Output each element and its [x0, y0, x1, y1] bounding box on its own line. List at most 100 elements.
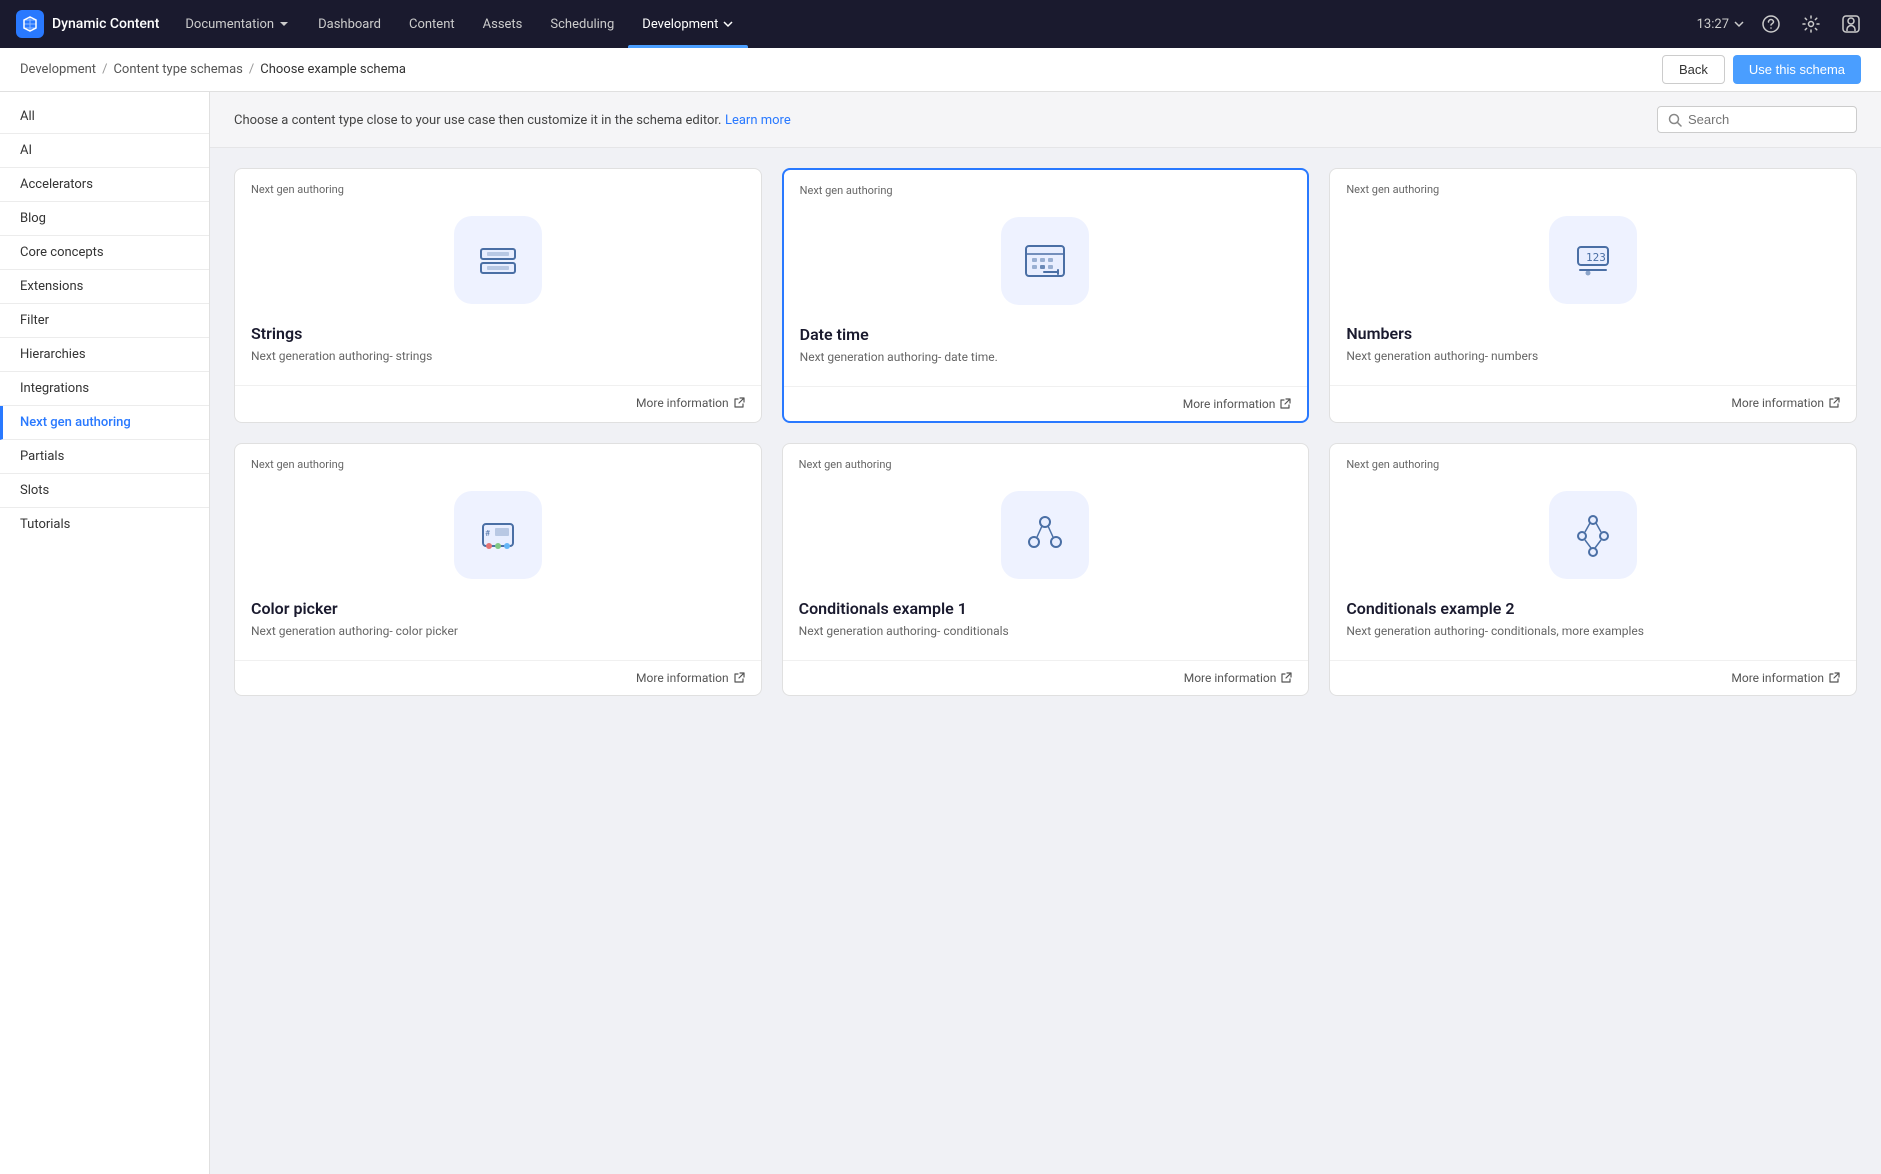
external-link-icon — [1280, 672, 1292, 684]
card-description: Next generation authoring- numbers — [1330, 349, 1856, 385]
sidebar-item-filter[interactable]: Filter — [0, 304, 209, 338]
search-icon — [1668, 113, 1682, 127]
card-category: Next gen authoring — [784, 170, 1308, 197]
breadcrumb-bar: Development / Content type schemas / Cho… — [0, 48, 1881, 92]
use-schema-button[interactable]: Use this schema — [1733, 55, 1861, 84]
card-footer: More information — [784, 386, 1308, 421]
card-footer: More information — [1330, 385, 1856, 420]
more-info-link[interactable]: More information — [1731, 396, 1840, 410]
more-info-link[interactable]: More information — [1184, 671, 1293, 685]
more-info-link[interactable]: More information — [1731, 671, 1840, 685]
nav-item-documentation[interactable]: Documentation — [171, 0, 304, 48]
app-name: Dynamic Content — [52, 16, 159, 32]
schema-card-numbers[interactable]: Next gen authoring 123 Numbers Next gene… — [1329, 168, 1857, 423]
card-footer: More information — [235, 385, 761, 420]
nav-item-assets[interactable]: Assets — [469, 0, 537, 48]
card-category: Next gen authoring — [235, 169, 761, 196]
schema-card-conditionals1[interactable]: Next gen authoring Conditionals example … — [782, 443, 1310, 696]
schema-card-datetime[interactable]: Next gen authoring Date time — [782, 168, 1310, 423]
external-link-icon — [733, 397, 745, 409]
svg-text:123: 123 — [1586, 251, 1606, 264]
card-icon-area — [784, 197, 1308, 325]
more-info-link[interactable]: More information — [636, 396, 745, 410]
nav-item-content[interactable]: Content — [395, 0, 469, 48]
sidebar-item-partials[interactable]: Partials — [0, 440, 209, 474]
sidebar-item-hierarchies[interactable]: Hierarchies — [0, 338, 209, 372]
breadcrumb-actions: Back Use this schema — [1662, 55, 1861, 84]
card-category: Next gen authoring — [783, 444, 1309, 471]
card-icon-area — [1330, 471, 1856, 599]
main-content: Choose a content type close to your use … — [210, 92, 1881, 1174]
card-title: Numbers — [1330, 324, 1856, 349]
sidebar-item-tutorials[interactable]: Tutorials — [0, 508, 209, 541]
breadcrumb-content-type-schemas[interactable]: Content type schemas — [113, 62, 242, 77]
external-link-icon — [733, 672, 745, 684]
sidebar-item-slots[interactable]: Slots — [0, 474, 209, 508]
breadcrumb: Development / Content type schemas / Cho… — [20, 62, 406, 77]
sidebar-item-extensions[interactable]: Extensions — [0, 270, 209, 304]
learn-more-link[interactable]: Learn more — [725, 113, 791, 128]
card-category: Next gen authoring — [235, 444, 761, 471]
card-icon-area: # — [235, 471, 761, 599]
card-footer: More information — [1330, 660, 1856, 695]
card-title: Conditionals example 1 — [783, 599, 1309, 624]
card-footer: More information — [783, 660, 1309, 695]
top-navigation: Dynamic Content Documentation Dashboard … — [0, 0, 1881, 48]
sidebar-item-accelerators[interactable]: Accelerators — [0, 168, 209, 202]
card-icon-bg: 123 — [1549, 216, 1637, 304]
schema-card-conditionals2[interactable]: Next gen authoring Conditionals example … — [1329, 443, 1857, 696]
svg-text:#: # — [485, 529, 490, 538]
user-icon[interactable] — [1837, 10, 1865, 38]
cards-area: Next gen authoring Strings Next generati… — [210, 148, 1881, 1174]
card-title: Strings — [235, 324, 761, 349]
app-logo[interactable]: Dynamic Content — [16, 10, 159, 38]
settings-icon[interactable] — [1797, 10, 1825, 38]
nav-item-dashboard[interactable]: Dashboard — [304, 0, 395, 48]
card-category: Next gen authoring — [1330, 444, 1856, 471]
card-description: Next generation authoring- date time. — [784, 350, 1308, 386]
info-text-container: Choose a content type close to your use … — [234, 112, 791, 128]
card-description: Next generation authoring- color picker — [235, 624, 761, 660]
info-text: Choose a content type close to your use … — [234, 113, 721, 128]
more-info-link[interactable]: More information — [1183, 397, 1292, 411]
card-icon-bg: # — [454, 491, 542, 579]
external-link-icon — [1828, 672, 1840, 684]
info-bar: Choose a content type close to your use … — [210, 92, 1881, 148]
card-description: Next generation authoring- strings — [235, 349, 761, 385]
card-description: Next generation authoring- conditionals — [783, 624, 1309, 660]
search-input[interactable] — [1688, 112, 1846, 127]
nav-time: 13:27 — [1697, 17, 1745, 32]
help-icon[interactable] — [1757, 10, 1785, 38]
breadcrumb-development[interactable]: Development — [20, 62, 96, 77]
card-description: Next generation authoring- conditionals,… — [1330, 624, 1856, 660]
nav-item-development[interactable]: Development — [628, 0, 748, 48]
card-icon-bg — [454, 216, 542, 304]
nav-right-actions: 13:27 — [1697, 10, 1865, 38]
card-icon-area — [235, 196, 761, 324]
page-layout: AllAIAcceleratorsBlogCore conceptsExtens… — [0, 92, 1881, 1174]
external-link-icon — [1279, 398, 1291, 410]
card-title: Conditionals example 2 — [1330, 599, 1856, 624]
nav-item-scheduling[interactable]: Scheduling — [536, 0, 628, 48]
schema-card-strings[interactable]: Next gen authoring Strings Next generati… — [234, 168, 762, 423]
card-icon-area: 123 — [1330, 196, 1856, 324]
sidebar: AllAIAcceleratorsBlogCore conceptsExtens… — [0, 92, 210, 1174]
sidebar-item-next-gen-authoring[interactable]: Next gen authoring — [0, 406, 209, 440]
search-box[interactable] — [1657, 106, 1857, 133]
card-icon-bg — [1001, 217, 1089, 305]
more-info-link[interactable]: More information — [636, 671, 745, 685]
schema-card-colorpicker[interactable]: Next gen authoring # Color picker Next g… — [234, 443, 762, 696]
external-link-icon — [1828, 397, 1840, 409]
sidebar-item-core-concepts[interactable]: Core concepts — [0, 236, 209, 270]
sidebar-item-blog[interactable]: Blog — [0, 202, 209, 236]
breadcrumb-current: Choose example schema — [260, 62, 406, 77]
card-icon-area — [783, 471, 1309, 599]
back-button[interactable]: Back — [1662, 55, 1725, 84]
sidebar-item-all[interactable]: All — [0, 100, 209, 134]
cards-grid: Next gen authoring Strings Next generati… — [234, 168, 1857, 696]
sidebar-item-integrations[interactable]: Integrations — [0, 372, 209, 406]
sidebar-item-ai[interactable]: AI — [0, 134, 209, 168]
card-title: Color picker — [235, 599, 761, 624]
card-icon-bg — [1001, 491, 1089, 579]
card-footer: More information — [235, 660, 761, 695]
